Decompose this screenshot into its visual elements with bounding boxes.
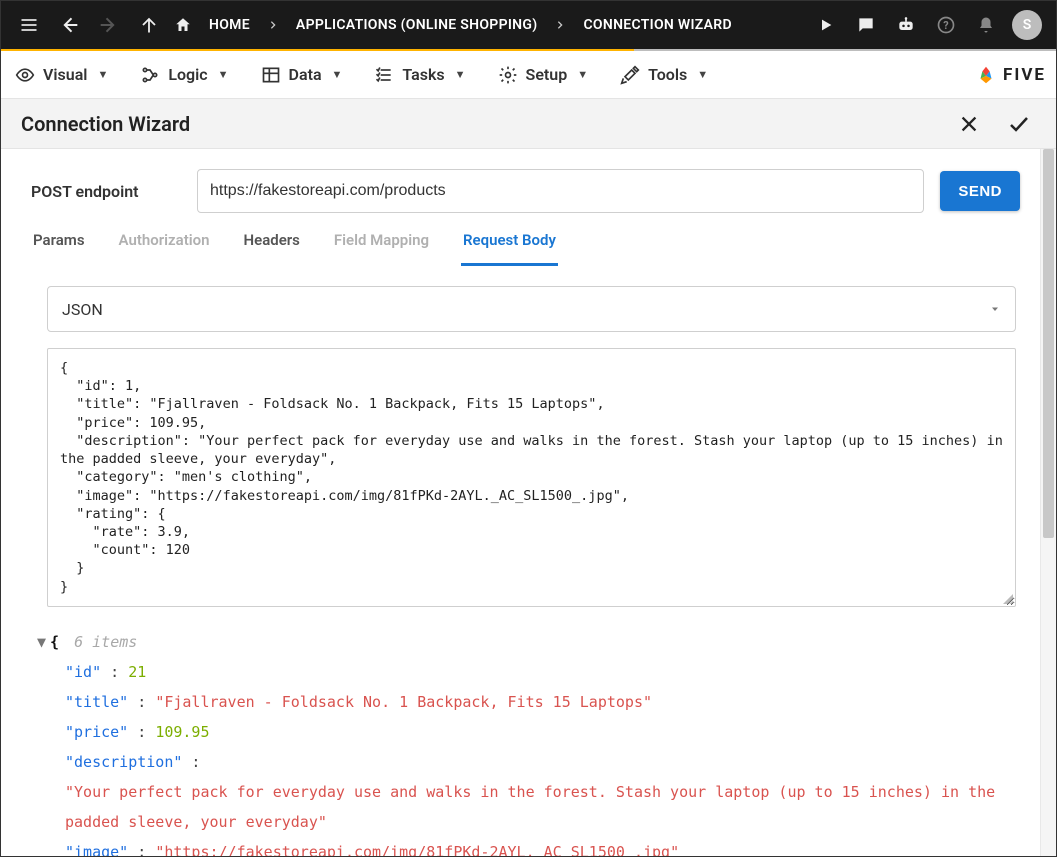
json-colon: : [128,693,155,711]
json-colon: : [101,663,128,681]
json-key: "description" [65,753,182,771]
json-entry[interactable]: "description" : "Your perfect pack for e… [37,747,1020,837]
body-type-select[interactable]: JSON [47,286,1016,332]
caret-down-icon: ▼ [218,68,229,81]
content-area: POST endpoint SEND Params Authorization He… [1,149,1040,856]
json-colon: : [182,753,200,771]
bell-icon[interactable] [966,5,1006,45]
help-icon[interactable]: ? [926,5,966,45]
scrollbar-thumb[interactable] [1043,149,1054,538]
menubar: Visual ▼ Logic ▼ Data ▼ Tasks ▼ Setup ▼ … [1,51,1056,99]
caret-down-icon [989,303,1001,315]
json-key: "title" [65,693,128,711]
menu-tools-label: Tools [648,65,687,84]
json-value: "Fjallraven - Foldsack No. 1 Backpack, F… [155,693,652,711]
send-button[interactable]: SEND [940,171,1020,211]
json-entry[interactable]: "price" : 109.95 [37,717,1020,747]
request-body-textarea[interactable]: { "id": 1, "title": "Fjallraven - Foldsa… [47,348,1016,607]
json-value: 109.95 [155,723,209,741]
up-icon[interactable] [129,5,169,45]
chat-icon[interactable] [846,5,886,45]
avatar-initial: S [1023,17,1032,33]
json-entry[interactable]: "image" : "https://fakestoreapi.com/img/… [37,837,1020,856]
svg-text:?: ? [943,19,948,32]
close-icon[interactable] [952,107,986,141]
back-icon[interactable] [49,5,89,45]
json-colon: : [128,723,155,741]
tab-params[interactable]: Params [31,223,87,266]
forward-icon [89,5,129,45]
confirm-icon[interactable] [1002,107,1036,141]
menu-icon[interactable] [9,5,49,45]
menu-data[interactable]: Data ▼ [257,59,347,91]
tabbar: Params Authorization Headers Field Mapping R… [31,223,1020,266]
endpoint-label: POST endpoint [31,182,181,201]
json-colon: : [128,843,155,856]
user-avatar[interactable]: S [1012,10,1042,40]
json-response-viewer: ▼{ 6 items "id" : 21"title" : "Fjallrave… [37,627,1020,856]
json-value: "Your perfect pack for everyday use and … [65,783,995,831]
bot-icon[interactable] [886,5,926,45]
menu-setup[interactable]: Setup ▼ [494,59,593,91]
menu-setup-label: Setup [526,65,568,84]
caret-down-icon: ▼ [697,68,708,81]
caret-down-icon: ▼ [455,68,466,81]
page-header: Connection Wizard [1,99,1056,149]
menu-visual[interactable]: Visual ▼ [11,59,112,91]
tab-authorization[interactable]: Authorization [117,223,212,266]
caret-down-icon: ▼ [577,68,588,81]
breadcrumb-home[interactable]: HOME [199,9,260,41]
menu-tasks-label: Tasks [402,65,444,84]
json-entry[interactable]: "title" : "Fjallraven - Foldsack No. 1 B… [37,687,1020,717]
page-title: Connection Wizard [21,112,190,136]
chevron-right-icon [262,20,284,30]
menu-visual-label: Visual [43,65,87,84]
endpoint-input[interactable] [197,169,924,213]
json-key: "image" [65,843,128,856]
menu-tasks[interactable]: Tasks ▼ [370,59,469,91]
chevron-right-icon [549,20,571,30]
menu-logic-label: Logic [168,65,207,84]
collapse-icon[interactable]: ▼ [37,633,50,651]
breadcrumb-apps[interactable]: APPLICATIONS (ONLINE SHOPPING) [286,9,548,41]
home-icon[interactable] [169,5,197,45]
body-type-selected: JSON [62,300,103,319]
brand-logo: FIVE [975,64,1046,86]
menu-data-label: Data [289,65,322,84]
brand-name: FIVE [1003,65,1046,85]
json-value: "https://fakestoreapi.com/img/81fPKd-2AY… [155,843,679,856]
json-entry[interactable]: "id" : 21 [37,657,1020,687]
caret-down-icon: ▼ [97,68,108,81]
tab-field-mapping[interactable]: Field Mapping [332,223,431,266]
json-key: "price" [65,723,128,741]
scrollbar[interactable] [1040,149,1056,856]
tab-request-body[interactable]: Request Body [461,223,558,266]
endpoint-row: POST endpoint SEND [31,169,1020,213]
tab-headers[interactable]: Headers [242,223,302,266]
json-items-count: 6 items [74,633,137,651]
menu-tools[interactable]: Tools ▼ [616,59,712,91]
breadcrumb-wizard[interactable]: CONNECTION WIZARD [573,9,741,41]
caret-down-icon: ▼ [332,68,343,81]
json-value: 21 [128,663,146,681]
app-topbar: HOME APPLICATIONS (ONLINE SHOPPING) CONN… [1,1,1056,49]
menu-logic[interactable]: Logic ▼ [136,59,232,91]
breadcrumb: HOME APPLICATIONS (ONLINE SHOPPING) CONN… [169,5,742,45]
play-icon[interactable] [806,5,846,45]
json-root[interactable]: ▼{ 6 items [37,627,1020,657]
json-key: "id" [65,663,101,681]
